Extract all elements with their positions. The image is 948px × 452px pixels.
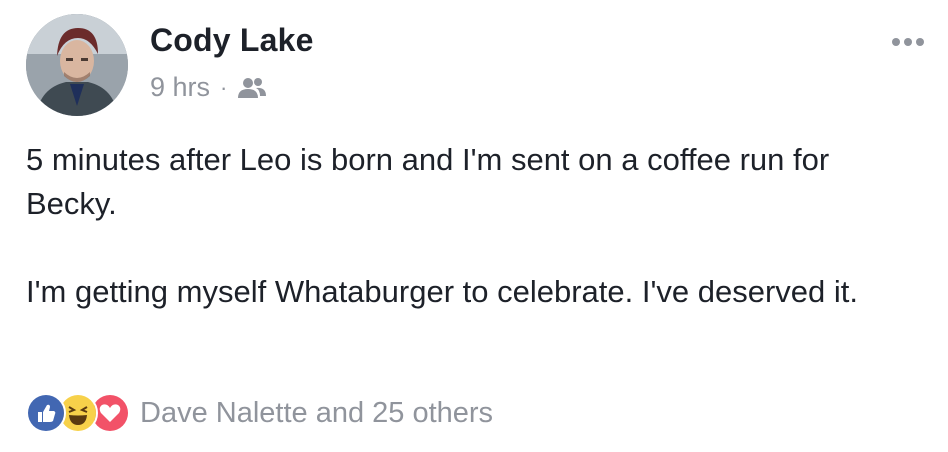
more-options-button[interactable] bbox=[892, 38, 924, 46]
friends-icon[interactable] bbox=[237, 77, 267, 99]
dot-icon bbox=[892, 38, 900, 46]
like-icon bbox=[26, 393, 66, 433]
post-meta: 9 hrs · bbox=[150, 72, 267, 103]
avatar[interactable] bbox=[26, 14, 128, 116]
post-timestamp[interactable]: 9 hrs bbox=[150, 72, 210, 103]
post-paragraph: 5 minutes after Leo is born and I'm sent… bbox=[26, 142, 830, 221]
dot-icon bbox=[904, 38, 912, 46]
avatar-image bbox=[26, 14, 128, 116]
facebook-post: Cody Lake 9 hrs · 5 minutes after Leo is… bbox=[0, 0, 948, 452]
author-name[interactable]: Cody Lake bbox=[150, 22, 314, 59]
reactions-bar[interactable]: Dave Nalette and 25 others bbox=[26, 393, 493, 433]
post-paragraph: I'm getting myself Whataburger to celebr… bbox=[26, 274, 859, 309]
reactions-summary[interactable]: Dave Nalette and 25 others bbox=[140, 397, 493, 430]
post-body: 5 minutes after Leo is born and I'm sent… bbox=[26, 138, 906, 314]
meta-separator: · bbox=[220, 74, 228, 100]
dot-icon bbox=[916, 38, 924, 46]
